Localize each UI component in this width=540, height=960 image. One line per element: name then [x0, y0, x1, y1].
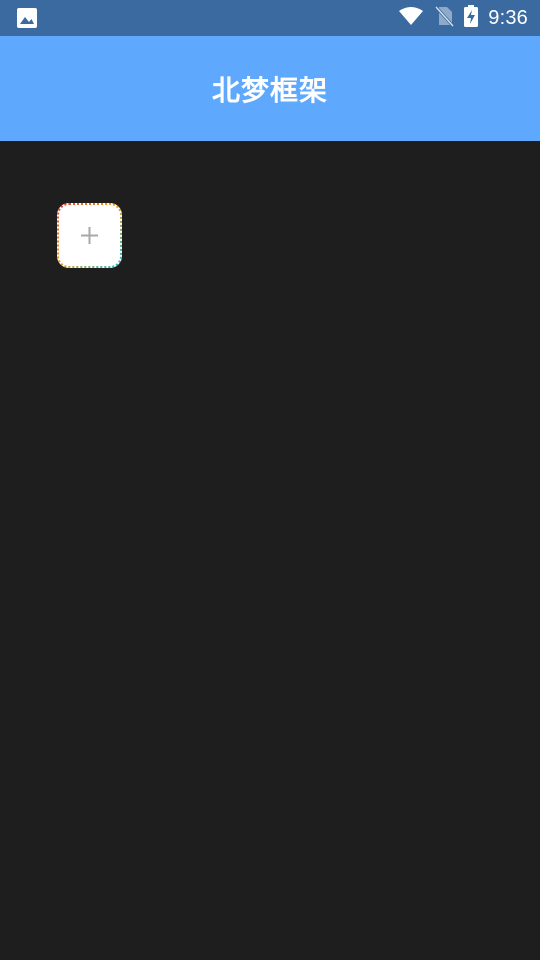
wifi-icon	[398, 6, 424, 30]
app-bar: 北梦框架	[0, 36, 540, 141]
battery-charging-icon	[464, 5, 479, 31]
main-content	[0, 141, 540, 960]
status-icons: 9:36	[398, 0, 528, 36]
page-title: 北梦框架	[211, 73, 328, 107]
image-icon	[16, 7, 38, 29]
no-sim-icon	[434, 5, 455, 31]
plus-icon	[81, 227, 98, 244]
status-time: 9:36	[488, 6, 528, 29]
status-bar: 9:36	[0, 0, 540, 36]
add-image-button[interactable]	[57, 203, 122, 268]
